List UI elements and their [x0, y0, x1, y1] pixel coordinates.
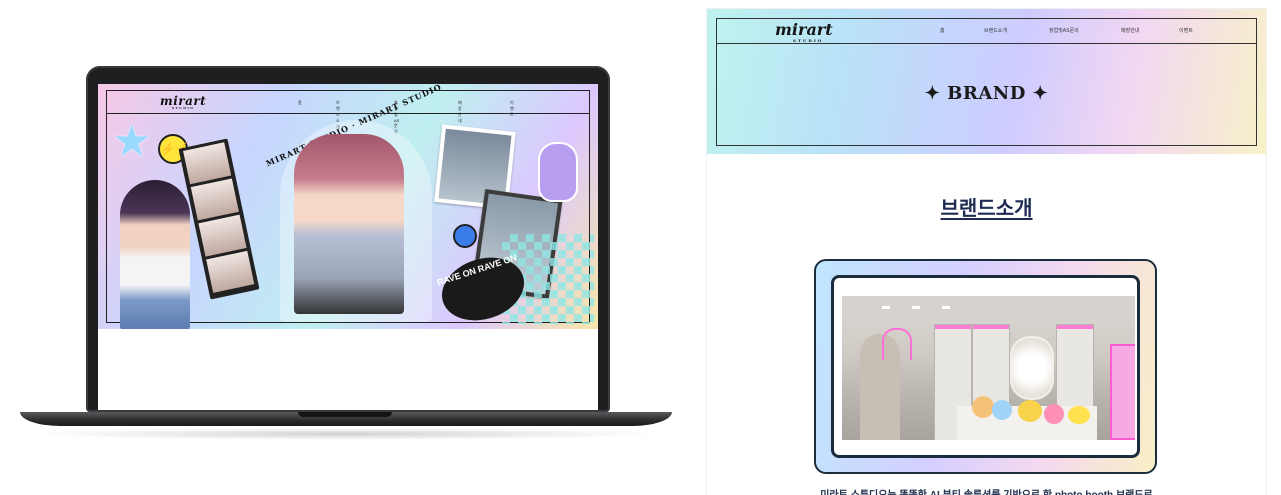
nav-item-event[interactable]: 이벤트 — [1179, 27, 1193, 34]
planet-sticker-icon — [453, 224, 477, 248]
model-photo-left — [120, 180, 190, 329]
star-sticker-icon: ★ — [112, 117, 152, 166]
brand-page: mirart STUDIO 홈 브랜드소개 창업및AS문의 매장안내 이벤트 ✦… — [707, 9, 1266, 495]
laptop-notch — [298, 412, 392, 417]
mini-nav-home[interactable]: 홈 — [298, 100, 302, 106]
mini-nav-stores[interactable]: 매장안내 — [458, 100, 462, 124]
mini-site-logo[interactable]: mirart STUDIO — [160, 94, 206, 110]
nav-item-home[interactable]: 홈 — [940, 27, 945, 34]
banner-nav-divider — [716, 43, 1257, 44]
laptop-screen: mirart STUDIO 홈 브랜드소개 창업및AS문의 매장안내 이벤트 ★… — [98, 84, 598, 410]
laptop-shadow — [30, 428, 662, 440]
hero-banner: mirart STUDIO 홈 브랜드소개 창업및AS문의 매장안내 이벤트 ★… — [98, 84, 598, 329]
brand-caption: 미라트 스튜디오는 똑똑한 AI 뷰티 솔루션를 기반으로 한 photo bo… — [707, 486, 1266, 495]
laptop-mockup: mirart STUDIO 홈 브랜드소개 창업및AS문의 매장안내 이벤트 ★… — [20, 66, 672, 446]
banner-title: ✦ BRAND ✦ — [924, 83, 1049, 104]
nav-item-franchise[interactable]: 창업및AS문의 — [1049, 27, 1079, 34]
logo-sub: STUDIO — [793, 38, 824, 43]
mini-nav-event[interactable]: 이벤트 — [510, 100, 514, 118]
studio-interior-photo — [842, 296, 1135, 440]
main-nav: 홈 브랜드소개 창업및AS문의 매장안내 이벤트 — [707, 27, 1266, 37]
store-image-frame — [831, 275, 1140, 458]
nav-item-brand[interactable]: 브랜드소개 — [984, 27, 1007, 34]
hero-nav-divider — [106, 113, 590, 114]
section-heading: 브랜드소개 — [940, 198, 1033, 220]
brand-banner: mirart STUDIO 홈 브랜드소개 창업및AS문의 매장안내 이벤트 ✦… — [707, 9, 1266, 154]
bunny-sticker-icon — [538, 142, 578, 202]
nav-item-stores[interactable]: 매장안내 — [1121, 27, 1139, 34]
model-photo-center — [294, 134, 404, 314]
store-image-card — [814, 259, 1157, 474]
